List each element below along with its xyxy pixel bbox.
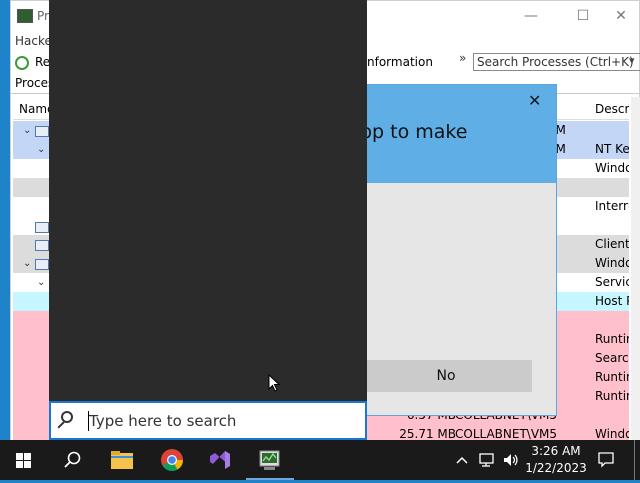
- app-icon: [17, 9, 33, 23]
- chrome-icon: [161, 449, 183, 471]
- no-button[interactable]: No: [360, 360, 532, 392]
- row-description: Runtim: [595, 370, 629, 384]
- row-description: Client: [595, 237, 629, 251]
- process-hacker-icon: [259, 450, 280, 470]
- row-description: Service: [595, 275, 629, 289]
- close-button[interactable]: ✕: [601, 5, 640, 27]
- windows-logo-icon: [16, 453, 31, 468]
- row-description: Runtim: [595, 332, 629, 346]
- menu-hacker[interactable]: Hacke: [15, 34, 52, 48]
- dialog-header: ✕ pp to make: [346, 85, 556, 183]
- process-hacker-taskbar-button[interactable]: [246, 440, 294, 480]
- row-description: Host P: [595, 294, 629, 308]
- clock[interactable]: 3:26 AM 1/22/2023: [524, 440, 588, 480]
- chevron-down-icon[interactable]: ⌄: [23, 121, 31, 140]
- visual-studio-icon: [210, 451, 230, 469]
- process-icon: [35, 222, 49, 233]
- taskbar: 3:26 AM 1/22/2023: [0, 440, 640, 480]
- row-description: Windo: [595, 256, 629, 270]
- system-information-button[interactable]: nformation: [367, 55, 433, 69]
- dialog-message: pp to make: [360, 121, 468, 143]
- visual-studio-button[interactable]: [196, 440, 244, 480]
- folder-icon: [111, 451, 133, 469]
- toolbar-overflow-button[interactable]: »: [459, 51, 466, 65]
- notifications-icon[interactable]: [597, 451, 615, 469]
- show-desktop-button[interactable]: [634, 440, 640, 480]
- search-icon: [61, 411, 73, 423]
- row-description: Search: [595, 351, 629, 365]
- file-explorer-button[interactable]: [98, 440, 146, 480]
- process-icon: [35, 240, 49, 251]
- search-icon: [64, 451, 81, 468]
- confirmation-dialog: ✕ pp to make No: [345, 84, 557, 416]
- chevron-down-icon[interactable]: ⌄: [37, 140, 45, 159]
- process-icon: [35, 259, 49, 270]
- window-title: Pr: [37, 9, 49, 23]
- network-icon[interactable]: [478, 452, 496, 468]
- start-button[interactable]: [0, 440, 48, 480]
- search-processes-input[interactable]: Search Processes (Ctrl+K): [473, 53, 640, 71]
- chevron-up-icon[interactable]: [455, 454, 469, 466]
- mouse-cursor-icon: [268, 374, 280, 392]
- refresh-icon: [15, 56, 29, 70]
- start-search-input[interactable]: Type here to search: [89, 412, 236, 430]
- process-icon: [35, 126, 49, 137]
- close-icon[interactable]: ✕: [528, 91, 541, 110]
- refresh-label: Re: [35, 55, 51, 69]
- minimize-button[interactable]: —: [511, 5, 551, 27]
- row-description: Runtim: [595, 389, 629, 403]
- vertical-scrollbar[interactable]: [631, 97, 640, 441]
- clock-time: 3:26 AM: [531, 444, 581, 458]
- maximize-button[interactable]: ☐: [563, 5, 603, 27]
- chevron-down-icon[interactable]: ⌄: [23, 254, 31, 273]
- row-description: Interru: [595, 199, 629, 213]
- row-description: NT Ker: [595, 142, 629, 156]
- chevron-down-icon[interactable]: ⌄: [37, 273, 45, 292]
- clock-date: 1/22/2023: [525, 461, 587, 475]
- search-dropdown-icon[interactable]: ▾: [629, 54, 635, 67]
- start-menu: [49, 0, 367, 440]
- chrome-button[interactable]: [148, 440, 196, 480]
- column-header-description[interactable]: Descrip: [595, 102, 629, 116]
- row-description: Windo: [595, 161, 629, 175]
- start-search-box[interactable]: Type here to search: [49, 401, 367, 440]
- volume-icon[interactable]: [502, 452, 520, 468]
- taskbar-search-button[interactable]: [48, 440, 96, 480]
